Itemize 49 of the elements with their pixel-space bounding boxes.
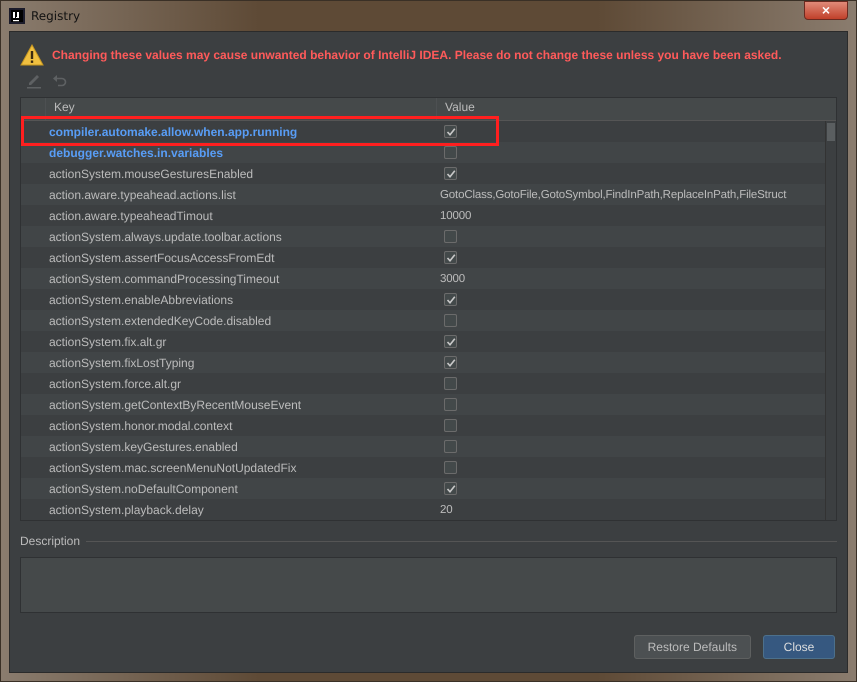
checkbox[interactable] (444, 482, 457, 495)
checkbox[interactable] (444, 125, 457, 138)
close-button[interactable]: Close (763, 635, 835, 659)
key-cell-text: actionSystem.assertFocusAccessFromEdt (48, 250, 276, 266)
warning-message: Changing these values may cause unwanted behavior of IntelliJ IDEA. Please do not change these unless you have been asked. (52, 48, 782, 62)
checkbox[interactable] (444, 356, 457, 369)
scrollbar-thumb[interactable] (827, 123, 835, 141)
close-button[interactable]: × (804, 1, 848, 20)
checkbox[interactable] (444, 293, 457, 306)
checkbox[interactable] (444, 167, 457, 180)
key-cell-text: actionSystem.noDefaultComponent (48, 480, 239, 498)
key-cell-text: actionSystem.enableAbbreviations (48, 292, 234, 308)
key-cell-text: actionSystem.mac.screenMenuNotUpdatedFix (48, 460, 298, 476)
key-cell-text: debugger.watches.in.variables (48, 144, 224, 162)
checkbox[interactable] (444, 461, 457, 474)
key-cell-text: actionSystem.honor.modal.context (48, 418, 234, 434)
value-cell: 10000 (440, 210, 472, 222)
key-cell-text: compiler.automake.allow.when.app.running (48, 124, 298, 140)
app-icon (9, 8, 25, 24)
key-cell-text: actionSystem.keyGestures.enabled (48, 438, 239, 456)
column-header: Value (444, 99, 476, 116)
key-cell-text: actionSystem.fixLostTyping (48, 354, 196, 372)
checkbox[interactable] (444, 335, 457, 348)
key-cell-text: action.aware.typeahead.actions.list (48, 186, 237, 204)
checkbox[interactable] (444, 419, 457, 432)
checkbox[interactable] (444, 377, 457, 390)
checkbox[interactable] (444, 314, 457, 327)
checkbox[interactable] (444, 398, 457, 411)
description-label: Description (20, 534, 80, 548)
key-cell-text: actionSystem.playback.delay (48, 502, 205, 518)
column-header: Key (46, 98, 437, 120)
key-cell-text: action.aware.typeaheadTimout (48, 208, 214, 224)
value-cell: 20 (440, 504, 452, 516)
key-cell-text: actionSystem.getContextByRecentMouseEvent (48, 396, 302, 414)
window-title: Registry (31, 9, 80, 23)
key-cell-text: actionSystem.extendedKeyCode.disabled (48, 312, 272, 330)
key-cell-text: actionSystem.mouseGesturesEnabled (48, 166, 254, 182)
key-cell-text: actionSystem.force.alt.gr (48, 376, 182, 392)
key-cell-text: actionSystem.fix.alt.gr (48, 334, 168, 350)
value-cell: 3000 (440, 272, 465, 284)
key-cell-text: actionSystem.always.update.toolbar.actions (48, 228, 283, 246)
value-cell: GotoClass,GotoFile,GotoSymbol,FindInPath,ReplaceInPath,FileStruct (440, 188, 786, 200)
checkbox[interactable] (444, 146, 457, 159)
checkbox[interactable] (444, 440, 457, 453)
checkbox[interactable] (444, 251, 457, 264)
warning-icon (20, 44, 44, 66)
restore-defaults-button[interactable]: Restore Defaults (634, 635, 751, 659)
key-cell-text: actionSystem.commandProcessingTimeout (48, 270, 280, 288)
checkbox[interactable] (444, 230, 457, 243)
